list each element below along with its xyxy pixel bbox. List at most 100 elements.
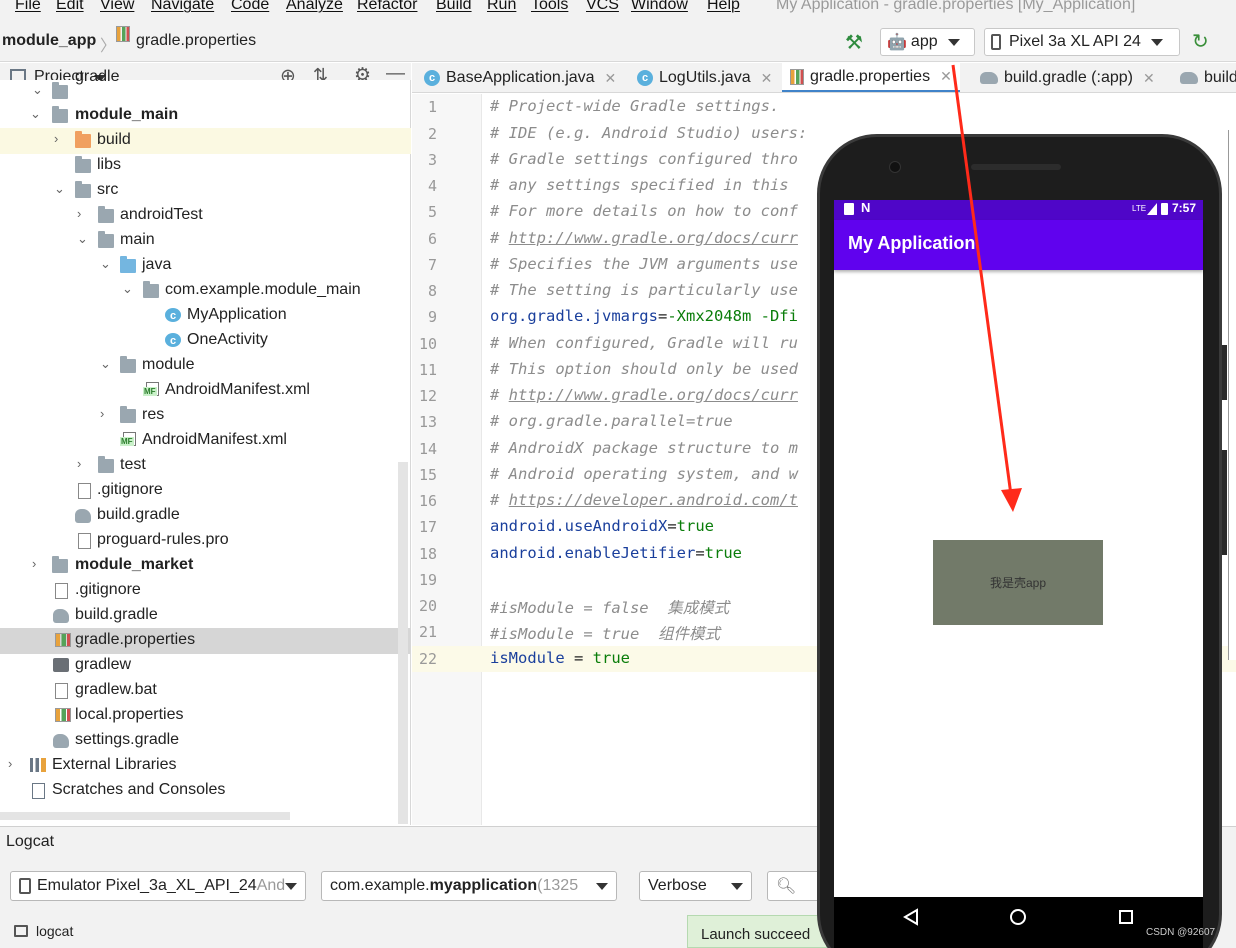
code-line: # The setting is particularly use (490, 281, 798, 299)
tree-item-label: local.properties (75, 706, 184, 723)
tree-item-gradle-properties[interactable]: gradle.properties (0, 629, 398, 654)
tree-item-gitignore-main[interactable]: .gitignore (0, 479, 398, 504)
process-dropdown[interactable]: com.example. myapplication (1325 (321, 871, 617, 901)
tree-item-label: .gitignore (75, 581, 141, 598)
menu-code[interactable]: Code (231, 0, 269, 14)
tree-item-build-gradle-main[interactable]: build.gradle (0, 504, 398, 529)
back-icon[interactable] (902, 908, 920, 926)
code-line: # AndroidX package structure to m (490, 439, 798, 457)
tree-item-label: gradle (75, 68, 120, 85)
tree-item-module-main[interactable]: ⌄ module_main (0, 104, 398, 129)
tab-logutils[interactable]: c LogUtils.java ✕ (637, 63, 773, 92)
menu-file[interactable]: File (15, 0, 41, 14)
menu-help[interactable]: Help (707, 0, 740, 14)
tree-item-package[interactable]: ⌄ com.example.module_main (0, 279, 398, 304)
battery-icon (1161, 203, 1168, 215)
tree-item-label: build.gradle (97, 506, 180, 523)
tree-item-build[interactable]: › build (0, 129, 398, 154)
tree-item-res[interactable]: › res (0, 404, 398, 429)
code-link[interactable]: https://developer.android.com/t (509, 491, 798, 509)
menu-build[interactable]: Build (436, 0, 472, 14)
tree-item-androidtest[interactable]: › androidTest (0, 204, 398, 229)
chevron-down-icon (285, 883, 297, 890)
menu-vcs[interactable]: VCS (586, 0, 619, 14)
chevron-right-icon: › (54, 131, 59, 146)
menu-tools[interactable]: Tools (531, 0, 568, 14)
code-link[interactable]: http://www.gradle.org/docs/curr (509, 229, 798, 247)
tree-item-gradlew[interactable]: gradlew (0, 654, 398, 679)
menu-run[interactable]: Run (487, 0, 516, 14)
tree-item-settings-gradle[interactable]: settings.gradle (0, 729, 398, 754)
tree-item-test[interactable]: › test (0, 454, 398, 479)
home-icon[interactable] (1009, 908, 1027, 926)
package-icon (143, 281, 159, 298)
tree-item-local-properties[interactable]: local.properties (0, 704, 398, 729)
tree-item-label: java (142, 256, 172, 273)
tree-item-label: test (120, 456, 146, 473)
log-level-dropdown[interactable]: Verbose (639, 871, 752, 901)
tree-item-oneactivity[interactable]: c OneActivity (0, 329, 398, 354)
chevron-right-icon: › (32, 556, 37, 571)
hammer-icon[interactable]: ⚒ (845, 30, 863, 55)
menu-edit[interactable]: Edit (56, 0, 84, 14)
gradle-elephant-icon (53, 734, 69, 748)
tree-item-module-market[interactable]: › module_market (0, 554, 398, 579)
recents-icon[interactable] (1118, 909, 1134, 925)
tree-item-build-gradle[interactable]: build.gradle (0, 604, 398, 629)
tree-item-libs[interactable]: libs (0, 154, 398, 179)
line-number: 13 (418, 413, 437, 431)
menu-analyze[interactable]: Analyze (286, 0, 343, 14)
tree-item-myapplication[interactable]: c MyApplication (0, 304, 398, 329)
properties-file-icon (55, 633, 71, 647)
device-select[interactable]: Pixel 3a XL API 24 (984, 28, 1180, 56)
menu-window[interactable]: Window (631, 0, 688, 14)
tree-item-scratches[interactable]: Scratches and Consoles (0, 779, 398, 804)
close-icon[interactable]: ✕ (761, 70, 773, 87)
logcat-bottom-tab[interactable]: logcat (36, 923, 73, 939)
code-line: #isModule = false 集成模式 (490, 599, 730, 617)
tab-gradle-properties[interactable]: gradle.properties ✕ (782, 63, 960, 92)
tab-baseapplication[interactable]: c BaseApplication.java ✕ (424, 63, 617, 92)
close-icon[interactable]: ✕ (605, 70, 617, 87)
chevron-right-icon: › (77, 206, 82, 221)
tree-item-manifest-module[interactable]: AndroidManifest.xml (0, 379, 398, 404)
tree-item-label: gradlew (75, 656, 132, 673)
device-dropdown-label: Emulator Pixel_3a_XL_API_24 (37, 877, 257, 894)
tree-item-src[interactable]: ⌄ src (0, 179, 398, 204)
tree-horizontal-scrollbar[interactable] (0, 812, 290, 820)
tree-item-proguard[interactable]: proguard-rules.pro (0, 529, 398, 554)
manifest-icon (120, 432, 136, 446)
tree-item-external-libraries[interactable]: › External Libraries (0, 754, 398, 779)
rerun-icon[interactable]: ↻ (1192, 29, 1209, 54)
tree-item-main[interactable]: ⌄ main (0, 229, 398, 254)
menu-view[interactable]: View (100, 0, 134, 14)
menu-refactor[interactable]: Refactor (357, 0, 417, 14)
tree-item-gradle[interactable]: ⌄ gradle (0, 68, 398, 105)
chevron-down-icon (731, 883, 743, 890)
code-link[interactable]: http://www.gradle.org/docs/curr (509, 386, 798, 404)
run-config-select[interactable]: 🤖 app (880, 28, 975, 56)
tree-item-manifest-main[interactable]: AndroidManifest.xml (0, 429, 398, 454)
line-number: 22 (418, 650, 437, 668)
tree-scrollbar[interactable] (398, 462, 408, 824)
code-line: # http://www.gradle.org/docs/curr (490, 386, 798, 404)
breadcrumb-module[interactable]: module_app (2, 32, 96, 50)
tree-item-gradlew-bat[interactable]: gradlew.bat (0, 679, 398, 704)
source-folder-icon (120, 256, 136, 273)
code-line: # Android operating system, and w (490, 465, 798, 483)
power-button (1222, 345, 1227, 400)
gradle-elephant-icon (1180, 72, 1198, 84)
line-number: 15 (418, 466, 437, 484)
tab-build[interactable]: build (1180, 63, 1236, 92)
close-icon[interactable]: ✕ (1143, 70, 1155, 87)
breadcrumb-file[interactable]: gradle.properties (136, 32, 256, 50)
device-dropdown[interactable]: Emulator Pixel_3a_XL_API_24 And (10, 871, 306, 901)
sd-card-icon (844, 203, 854, 215)
assign-operator: = (564, 649, 593, 667)
tree-item-gitignore[interactable]: .gitignore (0, 579, 398, 604)
menu-navigate[interactable]: Navigate (151, 0, 214, 14)
tree-item-module[interactable]: ⌄ module (0, 354, 398, 379)
tree-item-java[interactable]: ⌄ java (0, 254, 398, 279)
tree-item-label: module_market (75, 556, 194, 573)
tab-label: gradle.properties (810, 67, 931, 85)
